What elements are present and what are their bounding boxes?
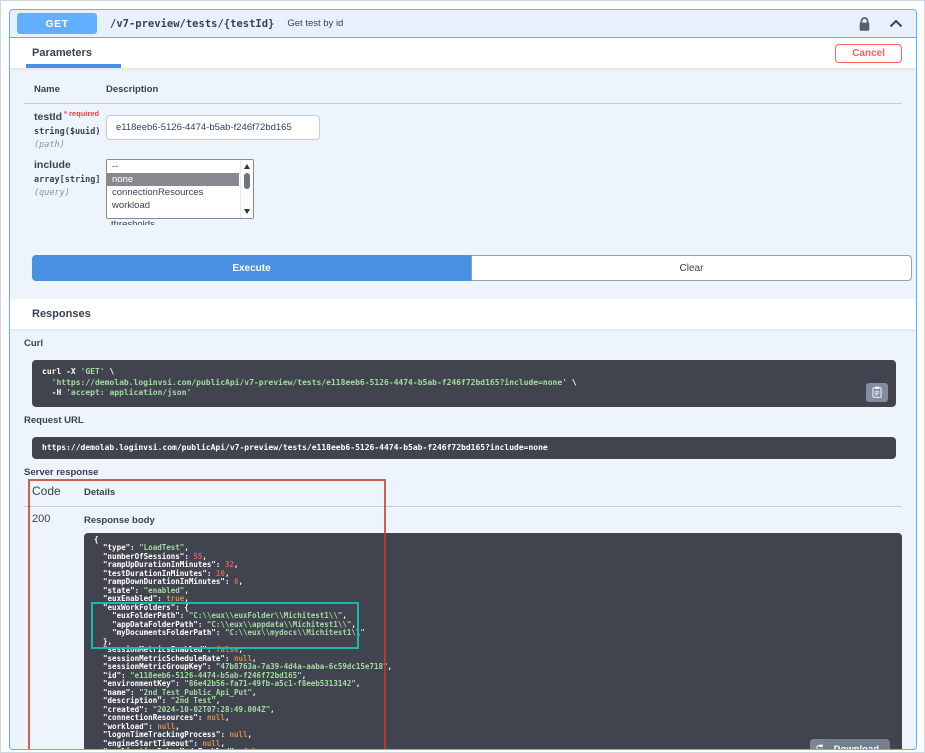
execute-button[interactable]: Execute	[32, 255, 471, 281]
request-url-value: https://demolab.loginvsi.com/publicApi/v…	[42, 443, 886, 453]
include-listbox[interactable]: --noneconnectionResourcesworkload	[106, 159, 254, 219]
response-body-label: Response body	[84, 515, 902, 526]
scroll-thumb[interactable]	[244, 173, 250, 189]
code-line: "connectionResources": null,	[94, 714, 892, 723]
param-type-testid: string($uuid)	[34, 127, 106, 137]
parameters-table-header: Name Description	[24, 84, 902, 104]
chevron-up-icon[interactable]	[889, 19, 903, 28]
parameters-header-row: Parameters Cancel	[10, 38, 916, 69]
cancel-button[interactable]: Cancel	[835, 44, 902, 63]
scroll-down-arrow[interactable]	[244, 209, 250, 214]
include-option-none[interactable]: none	[107, 173, 239, 186]
server-response-table: Code Details 200 Response body Download …	[24, 484, 902, 751]
responses-title: Responses	[32, 308, 91, 320]
include-options-list: --noneconnectionResourcesworkload	[107, 160, 239, 218]
code-line: 'https://demolab.loginvsi.com/publicApi/…	[42, 378, 886, 389]
response-table-header: Code Details	[24, 484, 902, 507]
request-url-block: https://demolab.loginvsi.com/publicApi/v…	[32, 437, 896, 459]
clipboard-copy-icon	[872, 386, 882, 398]
testid-input[interactable]	[106, 115, 320, 140]
param-location-include: (query)	[34, 188, 106, 198]
include-option-clipped[interactable]: thresholds	[106, 219, 240, 225]
responses-header-row: Responses	[10, 299, 916, 330]
http-method-badge: GET	[17, 13, 97, 34]
code-line: "euxEnabled": true,	[94, 595, 892, 604]
lock-icon[interactable]	[858, 16, 871, 32]
code-line: curl -X 'GET' \	[42, 367, 886, 378]
parameters-tab-underline	[26, 64, 121, 68]
details-column-header: Details	[84, 487, 115, 498]
description-column-header: Description	[106, 84, 158, 95]
name-column-header: Name	[34, 84, 106, 95]
response-body-block: Download { "type": "LoadTest", "numberOf…	[84, 533, 902, 751]
status-code-200: 200	[24, 513, 84, 751]
param-row-testid: testId* required string($uuid) (path)	[24, 109, 902, 151]
param-type-include: array[string]	[34, 175, 106, 185]
code-line: "type": "LoadTest",	[94, 544, 892, 553]
download-button[interactable]: Download	[823, 739, 890, 750]
curl-code-block: curl -X 'GET' \ 'https://demolab.loginvs…	[32, 360, 896, 407]
swagger-operation-panel: GET /v7-preview/tests/{testId} Get test …	[9, 9, 917, 750]
param-row-include: include array[string] (query) --noneconn…	[24, 159, 902, 225]
include-option--[interactable]: --	[107, 160, 239, 173]
param-location-testid: (path)	[34, 140, 106, 150]
curl-copy-button[interactable]	[866, 383, 888, 402]
code-line: -H 'accept: application/json'	[42, 388, 886, 399]
required-badge: * required	[64, 109, 99, 118]
parameters-body: Name Description testId* required string…	[10, 84, 916, 299]
execute-row: Execute Clear	[32, 255, 912, 281]
curl-label: Curl	[24, 338, 902, 349]
endpoint-path: /v7-preview/tests/{testId}	[110, 18, 274, 30]
endpoint-summary: Get test by id	[287, 18, 343, 29]
code-line: {	[94, 536, 892, 545]
param-name-testid: testId* required	[34, 109, 106, 123]
responses-body: Curl curl -X 'GET' \ 'https://demolab.lo…	[10, 338, 916, 750]
code-line: "applicationDebugModeEnabled": false	[94, 748, 892, 750]
request-url-label: Request URL	[24, 415, 902, 426]
clear-button[interactable]: Clear	[471, 255, 912, 281]
param-name-include: include	[34, 159, 106, 171]
response-row-200: 200 Response body Download { "type": "Lo…	[24, 513, 902, 751]
listbox-scrollbar[interactable]	[240, 160, 253, 218]
code-line: "state": "enabled",	[94, 587, 892, 596]
server-response-label: Server response	[24, 467, 902, 478]
include-option-connectionResources[interactable]: connectionResources	[107, 186, 239, 199]
operation-summary-bar[interactable]: GET /v7-preview/tests/{testId} Get test …	[10, 10, 916, 38]
code-line: "rampDownDurationInMinutes": 6,	[94, 578, 892, 587]
scroll-up-arrow[interactable]	[244, 164, 250, 169]
include-option-workload[interactable]: workload	[107, 199, 239, 212]
code-line: "myDocumentsFolderPath": "C:\\eux\\mydoc…	[94, 629, 892, 638]
code-column-header: Code	[24, 484, 84, 498]
parameters-tab: Parameters	[32, 47, 92, 59]
